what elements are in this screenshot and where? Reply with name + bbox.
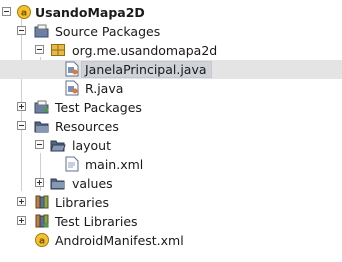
tree-item-janela-principal[interactable]: JanelaPrincipal.java: [0, 60, 342, 79]
source-packages-icon: [34, 23, 50, 39]
collapse-toggle[interactable]: [17, 121, 26, 130]
tree-item-libraries[interactable]: Libraries: [0, 193, 342, 212]
tree-item-resources[interactable]: Resources: [0, 117, 342, 136]
libraries-icon: [34, 194, 50, 210]
tree-item-android-manifest[interactable]: a AndroidManifest.xml: [0, 231, 342, 250]
collapse-toggle[interactable]: [17, 26, 26, 35]
main-xml-label: main.xml: [85, 157, 144, 172]
xml-file-icon: [64, 156, 80, 172]
tree-item-r-java[interactable]: R.java: [0, 79, 342, 98]
tree-item-test-packages[interactable]: Test Packages: [0, 98, 342, 117]
svg-text:a: a: [39, 237, 45, 247]
collapse-toggle[interactable]: [35, 45, 44, 54]
test-libraries-label: Test Libraries: [55, 214, 138, 229]
tree-item-values[interactable]: values: [0, 174, 342, 193]
layout-label: layout: [72, 138, 112, 153]
project-name-label: UsandoMapa2D: [35, 5, 145, 20]
expand-toggle[interactable]: [35, 178, 44, 187]
android-project-icon: a: [16, 4, 32, 20]
expand-toggle[interactable]: [17, 102, 26, 111]
values-label: values: [72, 176, 113, 191]
resources-label: Resources: [55, 119, 119, 134]
test-libraries-icon: [34, 213, 50, 229]
tree-item-layout[interactable]: layout: [0, 136, 342, 155]
folder-icon: [50, 175, 66, 191]
expand-toggle[interactable]: [17, 197, 26, 206]
collapse-toggle[interactable]: [2, 7, 11, 16]
tree-item-source-packages[interactable]: Source Packages: [0, 22, 342, 41]
java-file-icon: [64, 61, 80, 77]
android-manifest-icon: a: [34, 232, 50, 248]
test-packages-label: Test Packages: [55, 100, 142, 115]
tree-item-main-xml[interactable]: main.xml: [0, 155, 342, 174]
svg-text:a: a: [21, 9, 27, 19]
package-label: org.me.usandomapa2d: [72, 43, 218, 58]
tree-item-test-libraries[interactable]: Test Libraries: [0, 212, 342, 231]
java-file-icon: [64, 80, 80, 96]
android-manifest-label: AndroidManifest.xml: [55, 233, 184, 248]
resources-folder-icon: [34, 118, 50, 134]
expand-toggle[interactable]: [17, 216, 26, 225]
open-folder-icon: [50, 137, 66, 153]
test-packages-icon: [34, 99, 50, 115]
tree-item-project[interactable]: a UsandoMapa2D: [0, 3, 342, 22]
tree-item-package[interactable]: org.me.usandomapa2d: [0, 41, 342, 60]
janela-principal-label: JanelaPrincipal.java: [85, 62, 207, 77]
project-tree: a UsandoMapa2D Source Packages org.me.us…: [0, 0, 342, 262]
source-packages-label: Source Packages: [55, 24, 161, 39]
libraries-label: Libraries: [55, 195, 109, 210]
package-icon: [50, 42, 66, 58]
collapse-toggle[interactable]: [35, 140, 44, 149]
r-java-label: R.java: [85, 81, 124, 96]
